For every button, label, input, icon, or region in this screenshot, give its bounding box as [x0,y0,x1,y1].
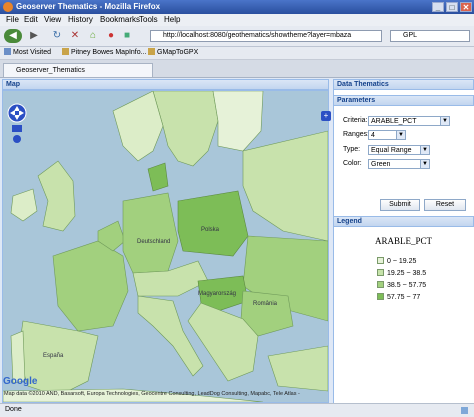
legend-item: 38.5 ~ 57.75 [377,281,426,289]
country-label-spain: España [43,353,64,359]
firefox-icon [3,2,13,12]
legend-swatch [377,257,384,264]
search-input[interactable]: GPL [390,30,470,42]
legend-heading: ARABLE_PCT [375,236,433,246]
window-titlebar: Geoserver Thematics - Mozilla Firefox _ … [0,0,474,14]
back-button[interactable]: ◀ [4,29,22,43]
legend-header: Legend [333,216,474,227]
legend-item: 0 ~ 19.25 [377,257,416,265]
pan-zoom-control[interactable] [7,103,27,143]
thematics-panel-title: Data Thematics [337,81,389,88]
address-bar[interactable]: http://localhost:8080/geothematics/showt… [150,30,382,42]
thematics-panel-header: Data Thematics [333,79,474,90]
legend-swatch [377,281,384,288]
criteria-select[interactable]: ARABLE_PCT ▼ [368,116,450,126]
resize-grip-icon[interactable] [461,407,468,414]
chevron-down-icon: ▼ [420,160,429,168]
legend-item: 19.25 ~ 38.5 [377,269,426,277]
menu-help[interactable]: Help [164,14,180,26]
ranges-select[interactable]: 4 ▼ [368,130,406,140]
close-button[interactable]: ✕ [460,2,472,12]
addon-icon[interactable]: ■ [120,29,134,43]
menu-tools[interactable]: Tools [139,14,158,26]
maximize-button[interactable]: □ [446,2,458,12]
legend-swatch [377,269,384,276]
color-label: Color: [343,160,362,167]
page-icon [62,48,69,55]
parameters-header: Parameters [333,95,474,106]
type-label: Type: [343,146,361,153]
map-panel-title: Map [6,81,20,88]
menu-edit[interactable]: Edit [24,14,38,26]
minimize-button[interactable]: _ [432,2,444,12]
stop-icon[interactable]: ✕ [68,29,82,43]
country-label-poland: Polska [201,227,220,233]
bookmark-most-visited[interactable]: Most Visited [4,47,51,59]
window-title: Geoserver Thematics - Mozilla Firefox [16,2,161,11]
home-icon[interactable]: ⌂ [86,29,100,43]
country-label-hungary: Magyarország [198,291,237,297]
reload-icon[interactable]: ↻ [50,29,64,43]
country-label-germany: Deutschland [137,239,171,245]
map-panel-header: Map [2,79,329,90]
color-select[interactable]: Green ▼ [368,159,430,169]
chevron-down-icon: ▼ [440,117,449,125]
reset-button[interactable]: Reset [424,199,466,211]
navigation-toolbar: ◀ ▶ ↻ ✕ ⌂ ● ■ http://localhost:8080/geot… [0,26,474,47]
expand-panel-button[interactable]: + [321,111,331,121]
parameters-title: Parameters [337,97,376,104]
legend-title: Legend [337,218,362,225]
criteria-label: Criteria: [343,117,368,124]
type-select[interactable]: Equal Range ▼ [368,145,430,155]
submit-button[interactable]: Submit [380,199,420,211]
page-icon [148,48,155,55]
country-label-romania: România [253,301,278,307]
record-icon[interactable]: ● [104,29,118,43]
bookmarks-toolbar: Most Visited Pitney Bowes MapInfo... GMa… [0,47,474,60]
status-bar: Done [0,403,474,417]
tab-geoserver-thematics[interactable]: Geoserver_Thematics [3,63,153,77]
status-text: Done [5,406,22,413]
map-attribution: Map data ©2010 AND, Basarsoft, Europa Te… [4,391,300,397]
forward-button[interactable]: ▶ [26,29,42,43]
chevron-down-icon: ▼ [396,131,405,139]
ranges-label: Ranges: [343,131,370,138]
bookmark-pitney-bowes[interactable]: Pitney Bowes MapInfo... [62,47,146,59]
tab-bar: Geoserver_Thematics [0,60,474,78]
menu-bar: File Edit View History Bookmarks Tools H… [0,14,474,26]
menu-history[interactable]: History [68,14,93,26]
legend-swatch [377,293,384,300]
google-logo: Google [3,376,38,387]
bookmark-icon [4,48,11,55]
url-text: http://localhost:8080/geothematics/showt… [163,32,352,39]
map-canvas[interactable]: Deutschland Polska România Magyarország … [2,90,329,403]
bookmark-gmaptogpx[interactable]: GMapToGPX [148,47,198,59]
chevron-down-icon: ▼ [420,146,429,154]
menu-bookmarks[interactable]: Bookmarks [100,14,140,26]
menu-view[interactable]: View [44,14,61,26]
menu-file[interactable]: File [6,14,19,26]
search-value: GPL [403,32,418,39]
legend-item: 57.75 ~ 77 [377,293,420,301]
